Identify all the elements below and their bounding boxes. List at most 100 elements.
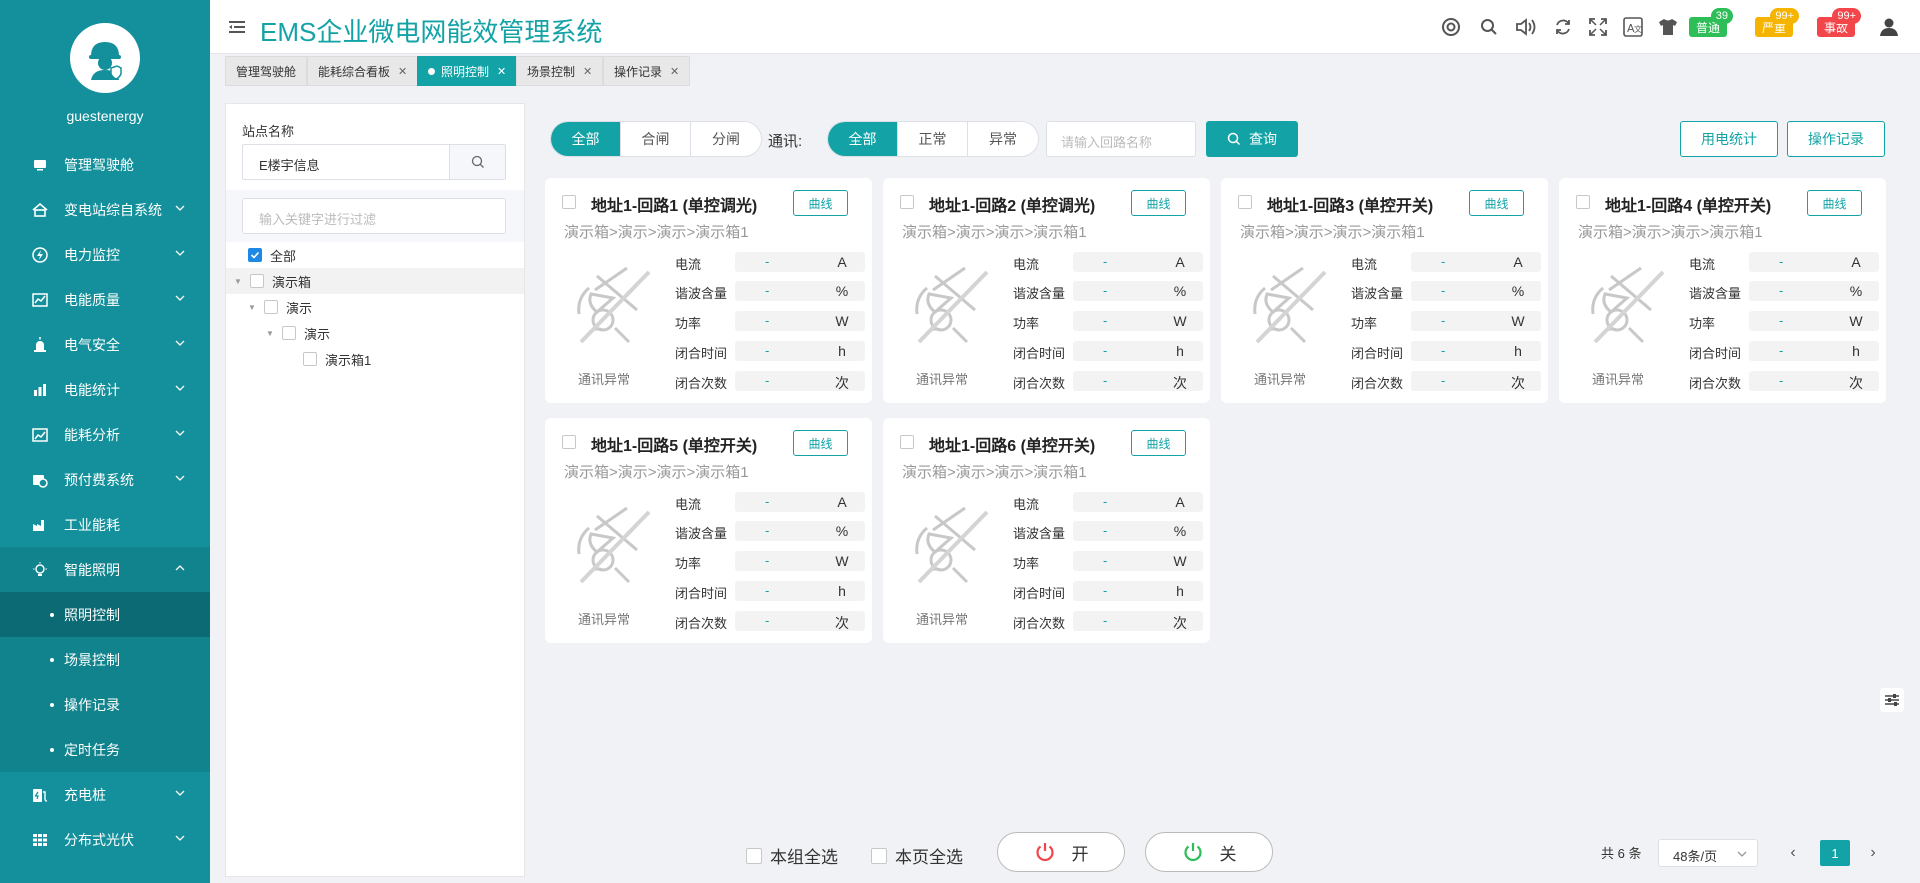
close-icon[interactable]: ✕	[398, 65, 407, 78]
state-all-option[interactable]: 全部	[551, 122, 621, 156]
metric-value: -	[1441, 343, 1446, 358]
tab-cockpit[interactable]: 管理驾驶舱	[225, 56, 308, 86]
menu-fold-icon[interactable]	[228, 18, 246, 36]
theme-shirt-icon[interactable]	[1657, 16, 1679, 38]
refresh-icon[interactable]	[1552, 16, 1574, 38]
settings-sliders-icon[interactable]	[1880, 688, 1904, 712]
sidebar-item-wallet[interactable]: 预付费系统	[0, 457, 210, 502]
close-icon[interactable]: ✕	[670, 65, 679, 78]
sidebar-item-bar-chart[interactable]: 电能统计	[0, 367, 210, 412]
checkbox[interactable]	[303, 352, 317, 366]
caret-down-icon[interactable]: ▼	[266, 329, 276, 338]
alarm-accident-badge[interactable]: 事故 99+	[1817, 8, 1861, 37]
sidebar-subitem[interactable]: 操作记录	[0, 682, 210, 727]
sidebar-subitem[interactable]: 场景控制	[0, 637, 210, 682]
chevron-down-icon	[174, 291, 188, 305]
sidebar-item-charger[interactable]: 充电桩	[0, 772, 210, 817]
sidebar-item-chart[interactable]: 电能质量	[0, 277, 210, 322]
tree-filter-input[interactable]: 输入关键字进行过滤	[242, 198, 506, 234]
search-icon[interactable]	[1478, 16, 1500, 38]
prev-page-button[interactable]: ‹	[1780, 840, 1806, 866]
curve-button[interactable]: 曲线	[793, 430, 848, 456]
comm-abnormal-option[interactable]: 异常	[968, 122, 1038, 156]
curve-button[interactable]: 曲线	[1131, 190, 1186, 216]
curve-button[interactable]: 曲线	[793, 190, 848, 216]
switch-on-button[interactable]: 开	[997, 832, 1125, 872]
card-checkbox[interactable]	[562, 435, 576, 449]
page-size-select[interactable]: 48条/页	[1658, 839, 1758, 867]
card-title: 地址1-回路5 (单控开关)	[591, 438, 758, 455]
state-open-option[interactable]: 分闸	[691, 122, 761, 156]
translate-icon[interactable]: A文	[1622, 16, 1644, 38]
card-checkbox[interactable]	[1238, 195, 1252, 209]
sidebar-item-analysis[interactable]: 能耗分析	[0, 412, 210, 457]
select-group-all[interactable]: 本组全选	[746, 843, 838, 868]
curve-button[interactable]: 曲线	[1131, 430, 1186, 456]
home-icon	[32, 202, 48, 218]
circuit-search-input[interactable]: 请输入回路名称	[1046, 121, 1196, 157]
switch-off-button[interactable]: 关	[1145, 832, 1273, 872]
power-stat-button[interactable]: 用电统计	[1680, 121, 1778, 157]
sidebar-item-alarm[interactable]: 电气安全	[0, 322, 210, 367]
close-icon[interactable]: ✕	[583, 65, 592, 78]
operation-record-button[interactable]: 操作记录	[1787, 121, 1885, 157]
card-checkbox[interactable]	[900, 435, 914, 449]
select-page-all[interactable]: 本页全选	[871, 843, 963, 868]
checkbox[interactable]	[746, 847, 762, 864]
sidebar-subitem[interactable]: 定时任务	[0, 727, 210, 772]
tree-node-all[interactable]: 全部	[248, 242, 296, 268]
card-checkbox[interactable]	[900, 195, 914, 209]
sidebar-item-factory[interactable]: 工业能耗	[0, 502, 210, 547]
user-icon[interactable]	[1878, 16, 1900, 38]
sidebar-item-solar[interactable]: 分布式光伏	[0, 817, 210, 862]
station-select[interactable]: E楼宇信息	[242, 144, 506, 180]
sidebar-item-monitor[interactable]: 管理驾驶舱	[0, 142, 210, 187]
app-title: EMS企业微电网能效管理系统	[260, 17, 603, 47]
checkbox[interactable]	[264, 300, 278, 314]
card-checkbox[interactable]	[562, 195, 576, 209]
sidebar-subitem[interactable]: 照明控制	[0, 592, 210, 637]
help-ring-icon[interactable]	[1440, 16, 1462, 38]
tree-node-demo-sub[interactable]: ▼ 演示	[266, 320, 330, 346]
comm-normal-option[interactable]: 正常	[898, 122, 968, 156]
metric-value: -	[765, 373, 770, 388]
checkbox[interactable]	[871, 847, 887, 864]
curve-button[interactable]: 曲线	[1469, 190, 1524, 216]
alarm-serious-badge[interactable]: 严重 99+	[1755, 8, 1799, 37]
page-number-current[interactable]: 1	[1820, 840, 1850, 866]
metric-name: 闭合次数	[1013, 376, 1066, 391]
tree-node-demo[interactable]: ▼ 演示	[248, 294, 312, 320]
next-page-button[interactable]: ›	[1860, 840, 1886, 866]
query-button[interactable]: 查询	[1206, 121, 1298, 157]
curve-button[interactable]: 曲线	[1807, 190, 1862, 216]
tab-energy-board[interactable]: 能耗综合看板 ✕	[307, 56, 419, 86]
station-search-button[interactable]	[449, 145, 505, 179]
tab-lighting-control[interactable]: 照明控制 ✕	[417, 56, 518, 86]
close-icon[interactable]: ✕	[497, 65, 506, 78]
metric-row: 谐波含量 -%	[675, 281, 865, 301]
metric-name: 闭合时间	[675, 346, 728, 361]
metric-name: 闭合次数	[1351, 376, 1404, 391]
caret-down-icon[interactable]: ▼	[248, 303, 258, 312]
card-checkbox[interactable]	[1576, 195, 1590, 209]
checkbox[interactable]	[282, 326, 296, 340]
tree-node-box1[interactable]: 演示箱1	[303, 346, 371, 372]
checkbox-checked[interactable]	[248, 248, 262, 262]
fullscreen-icon[interactable]	[1587, 16, 1609, 38]
alarm-normal-badge[interactable]: 普通 39	[1689, 8, 1733, 37]
caret-down-icon[interactable]: ▼	[234, 277, 244, 286]
state-closed-option[interactable]: 合闸	[621, 122, 691, 156]
metric-name: 功率	[1013, 556, 1040, 571]
sidebar-item-lightning[interactable]: 电力监控	[0, 232, 210, 277]
tab-operation-log[interactable]: 操作记录 ✕	[603, 56, 691, 86]
sidebar-item-bulb[interactable]: 智能照明	[0, 547, 210, 592]
tab-scene-control[interactable]: 场景控制 ✕	[516, 56, 604, 86]
comm-all-option[interactable]: 全部	[828, 122, 898, 156]
checkbox[interactable]	[250, 274, 264, 288]
chart-icon	[32, 292, 48, 308]
metric-row: 闭合次数 - 次	[1351, 371, 1541, 391]
user-avatar[interactable]	[70, 23, 140, 93]
tree-node-box[interactable]: ▼ 演示箱	[226, 268, 524, 294]
sidebar-item-home[interactable]: 变电站综自系统	[0, 187, 210, 232]
volume-icon[interactable]	[1515, 16, 1537, 38]
